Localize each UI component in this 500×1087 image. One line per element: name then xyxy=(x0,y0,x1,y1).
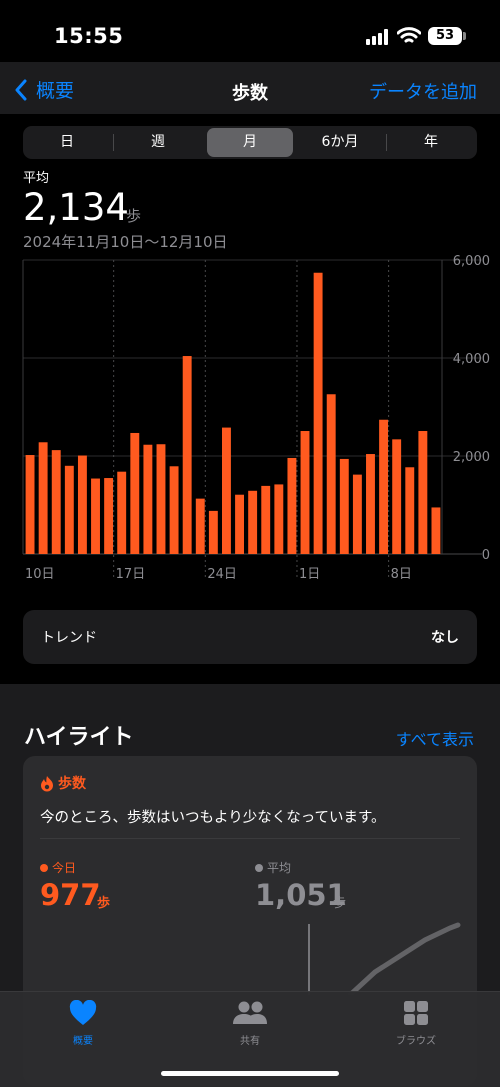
today-unit: 歩 xyxy=(97,896,111,911)
tab-sharing-label: 共有 xyxy=(240,1036,260,1047)
highlight-divider xyxy=(40,838,460,839)
flame-icon xyxy=(41,775,53,791)
chart-bar xyxy=(156,444,166,554)
battery-indicator: 53 xyxy=(428,27,462,45)
chart-bar xyxy=(143,444,153,554)
segment-week[interactable]: 週 xyxy=(115,128,201,157)
chart-bar xyxy=(208,510,218,554)
chart-bar xyxy=(379,419,389,554)
segment-day[interactable]: 日 xyxy=(24,128,110,157)
tab-browse[interactable]: ブラウズ xyxy=(356,1000,476,1047)
people-icon xyxy=(233,1001,267,1024)
back-button[interactable]: 概要 xyxy=(14,76,74,103)
add-data-button[interactable]: データを追加 xyxy=(369,78,477,104)
chart-bar xyxy=(313,272,323,554)
tab-summary[interactable]: 概要 xyxy=(23,999,143,1047)
heart-icon xyxy=(69,999,97,1025)
battery-tip xyxy=(463,32,466,40)
highlight-message: 今のところ、歩数はいつもより少なくなっています。 xyxy=(40,810,386,826)
chart-bar xyxy=(405,467,415,554)
status-time: 15:55 xyxy=(54,24,124,48)
chart-bar xyxy=(366,454,375,554)
average-label: 平均 xyxy=(23,171,50,186)
segment-divider xyxy=(113,134,114,151)
wifi-icon xyxy=(397,27,421,43)
highlight-category-label: 歩数 xyxy=(58,776,86,792)
today-label: 今日 xyxy=(52,861,77,875)
segment-year[interactable]: 年 xyxy=(388,128,474,157)
chart-bar xyxy=(104,478,114,554)
trend-label: トレンド xyxy=(41,630,97,646)
tab-sharing[interactable]: 共有 xyxy=(190,1000,310,1047)
average-value: 2,134 xyxy=(23,186,129,229)
chart-bar xyxy=(326,394,336,554)
chart-bar xyxy=(130,432,140,554)
x-tick-label: 10日 xyxy=(25,567,55,580)
chart-bar xyxy=(195,498,205,554)
back-label: 概要 xyxy=(36,80,75,102)
trend-row[interactable]: トレンド なし xyxy=(23,610,477,664)
chart-bar xyxy=(274,484,284,554)
signal-icon xyxy=(366,29,390,45)
home-indicator xyxy=(161,1071,339,1076)
chart-bar xyxy=(38,442,48,554)
steps-bar-chart[interactable]: 6,000 4,000 2,000 0 10日 17日 24日 1日 8日 xyxy=(0,250,500,580)
chart-bar xyxy=(287,457,297,554)
today-legend: 今日 xyxy=(40,859,76,876)
segment-month[interactable]: 月 xyxy=(207,128,293,157)
tab-browse-label: ブラウズ xyxy=(396,1036,436,1047)
x-tick-label: 1日 xyxy=(299,567,320,580)
chart-bar xyxy=(25,455,35,554)
chart-bar xyxy=(182,356,192,554)
average-legend: 平均 xyxy=(255,859,291,876)
chart-bar xyxy=(77,455,87,554)
segment-6months[interactable]: 6か月 xyxy=(297,128,383,157)
x-tick-label: 17日 xyxy=(116,567,146,580)
grid-icon xyxy=(404,1001,428,1025)
average-unit: 歩 xyxy=(126,207,142,225)
chevron-left-icon xyxy=(15,79,27,100)
chart-bar xyxy=(418,431,428,554)
x-tick-label: 8日 xyxy=(391,567,412,580)
chart-bar xyxy=(300,431,310,554)
chart-bar xyxy=(51,450,61,554)
highlight-category: 歩数 xyxy=(40,773,86,793)
chart-bar xyxy=(261,485,271,554)
chart-bar xyxy=(392,439,402,554)
y-tick-label: 4,000 xyxy=(453,352,490,367)
chart-bar xyxy=(91,478,100,554)
highlights-title: ハイライト xyxy=(24,725,134,750)
chart-bar xyxy=(431,507,441,554)
chart-bar xyxy=(222,427,231,554)
average-dot xyxy=(255,863,263,872)
chart-bar xyxy=(169,466,179,554)
segment-divider xyxy=(386,134,387,151)
chart-bar xyxy=(117,471,127,554)
show-all-button[interactable]: すべて表示 xyxy=(396,726,474,750)
tab-summary-label: 概要 xyxy=(73,1036,93,1047)
highlight-average-unit: 歩 xyxy=(333,896,347,911)
average-legend-label: 平均 xyxy=(267,861,292,875)
period-segmented-control: 日 週 月 6か月 年 xyxy=(23,126,477,159)
comparison-mini-chart xyxy=(308,922,461,995)
y-tick-label: 2,000 xyxy=(453,450,490,465)
y-tick-label: 6,000 xyxy=(453,254,490,269)
trend-value: なし xyxy=(431,630,459,646)
chart-bar xyxy=(352,474,362,554)
x-tick-label: 24日 xyxy=(207,567,237,580)
chart-bar xyxy=(339,458,349,554)
today-value: 977 xyxy=(40,878,101,912)
date-range: 2024年11月10日〜12月10日 xyxy=(23,233,228,251)
chart-bar xyxy=(64,465,74,554)
chart-bar xyxy=(248,490,258,554)
chart-bar xyxy=(235,494,244,554)
y-tick-label: 0 xyxy=(482,548,490,563)
today-dot xyxy=(40,863,48,872)
